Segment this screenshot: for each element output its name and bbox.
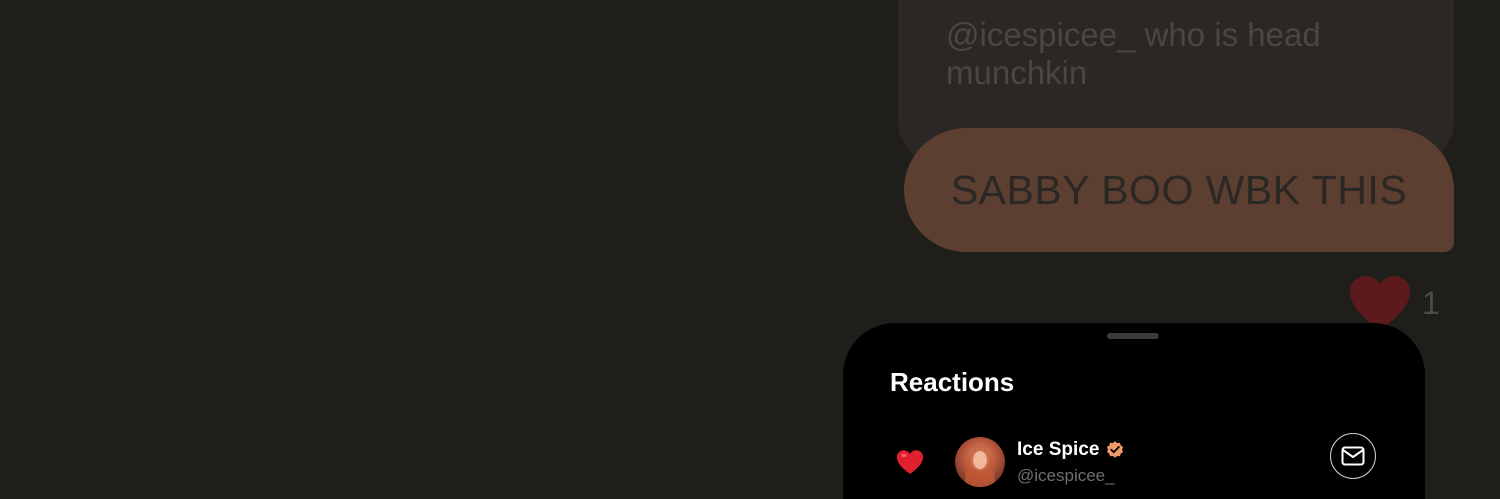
reaction-count: 1: [1422, 284, 1440, 321]
avatar-image: [965, 446, 995, 487]
sheet-drag-handle[interactable]: [1107, 333, 1159, 339]
screen: @icespicee_ who is head munchkin SABBY B…: [0, 0, 1500, 499]
verified-badge-icon: [1107, 441, 1124, 458]
user-display-name[interactable]: Ice Spice: [1017, 439, 1099, 461]
sheet-title: Reactions: [890, 367, 1015, 397]
reactions-bottom-sheet: Reactions Ice Spice @icespicee_: [843, 323, 1425, 499]
send-message-button[interactable]: [1330, 433, 1376, 479]
reaction-row[interactable]: Ice Spice @icespicee_: [843, 433, 1425, 493]
user-handle: @icespicee_: [1017, 466, 1115, 485]
heart-icon: [896, 450, 924, 474]
avatar[interactable]: [955, 437, 1005, 487]
envelope-icon: [1341, 446, 1365, 466]
received-message-text: @icespicee_ who is head munchkin: [946, 16, 1321, 91]
sent-message-text: SABBY BOO WBK THIS: [950, 166, 1408, 213]
sent-message-bubble[interactable]: SABBY BOO WBK THIS: [904, 128, 1454, 252]
